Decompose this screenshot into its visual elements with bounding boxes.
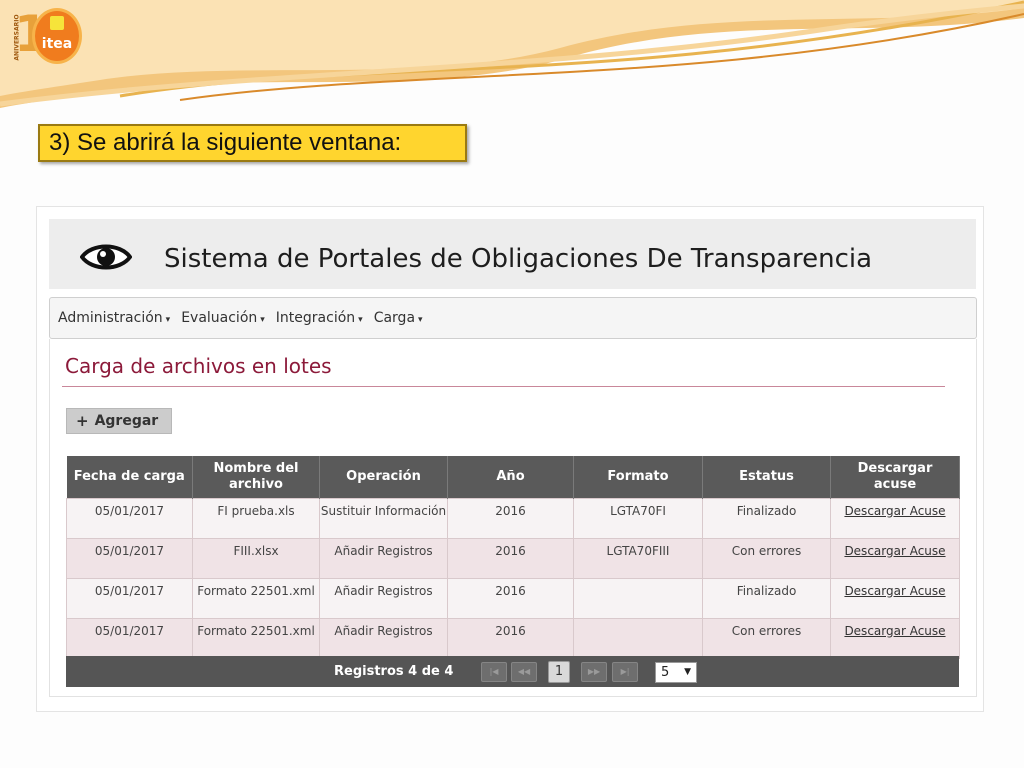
cell-formato <box>573 617 703 659</box>
itea-logo: ANIVERSARIO 10 itea <box>4 4 84 68</box>
cell-acuse: Descargar Acuse <box>830 577 960 619</box>
cell-operacion: Sustituir Información <box>319 497 448 539</box>
cell-acuse: Descargar Acuse <box>830 537 960 579</box>
table-row: 05/01/2017 Formato 22501.xml Añadir Regi… <box>66 617 960 659</box>
last-page-button[interactable]: ▶| <box>612 662 638 682</box>
prev-page-button[interactable]: ◀◀ <box>511 662 537 682</box>
cell-nombre: Formato 22501.xml <box>192 617 320 659</box>
download-acuse-link[interactable]: Descargar Acuse <box>844 624 945 638</box>
page-size-select[interactable]: 5 ▼ <box>655 662 697 683</box>
next-page-button[interactable]: ▶▶ <box>581 662 607 682</box>
caret-down-icon: ▾ <box>358 315 363 325</box>
cell-nombre: FIII.xlsx <box>192 537 320 579</box>
cell-estatus: Con errores <box>702 537 831 579</box>
uploads-table: Fecha de carga Nombre del archivo Operac… <box>66 456 960 659</box>
nav-menu-carga[interactable]: Carga ▾ <box>374 310 423 326</box>
nav-menu-evaluacion[interactable]: Evaluación ▾ <box>181 310 265 326</box>
logo-brand: itea <box>41 36 73 52</box>
nav-menu-administracion[interactable]: Administración ▾ <box>58 310 170 326</box>
nav-label: Administración <box>58 310 163 326</box>
column-header-operacion[interactable]: Operación <box>319 456 448 498</box>
cell-estatus: Con errores <box>702 617 831 659</box>
caret-down-icon: ▾ <box>165 315 171 325</box>
column-header-fecha[interactable]: Fecha de carga <box>66 456 193 498</box>
nav-label: Integración <box>275 310 356 326</box>
cell-estatus: Finalizado <box>702 497 831 539</box>
column-header-nombre[interactable]: Nombre del archivo <box>192 456 320 498</box>
instruction-label: 3) Se abrirá la siguiente ventana: <box>38 124 467 162</box>
column-header-acuse[interactable]: Descargar acuse <box>830 456 960 498</box>
add-button[interactable]: + Agregar <box>66 408 172 434</box>
title-divider <box>62 386 945 387</box>
cell-operacion: Añadir Registros <box>319 537 448 579</box>
add-button-label: Agregar <box>94 413 159 429</box>
cell-fecha: 05/01/2017 <box>66 537 193 579</box>
first-page-button[interactable]: |◀ <box>481 662 507 682</box>
cell-acuse: Descargar Acuse <box>830 617 960 659</box>
cell-nombre: Formato 22501.xml <box>192 577 320 619</box>
column-header-estatus[interactable]: Estatus <box>702 456 831 498</box>
plus-icon: + <box>76 412 89 430</box>
cell-anio: 2016 <box>447 537 574 579</box>
table-row: 05/01/2017 Formato 22501.xml Añadir Regi… <box>66 577 960 619</box>
cell-formato: LGTA70FIII <box>573 537 703 579</box>
cell-formato: LGTA70FI <box>573 497 703 539</box>
table-header-row: Fecha de carga Nombre del archivo Operac… <box>66 456 960 498</box>
cell-anio: 2016 <box>447 497 574 539</box>
slide-header-decoration <box>0 0 1024 108</box>
nav-label: Carga <box>373 310 416 326</box>
cell-fecha: 05/01/2017 <box>66 577 193 619</box>
cell-operacion: Añadir Registros <box>319 577 448 619</box>
column-header-anio[interactable]: Año <box>447 456 574 498</box>
table-row: 05/01/2017 FIII.xlsx Añadir Registros 20… <box>66 537 960 579</box>
caret-down-icon: ▾ <box>418 315 423 325</box>
cell-fecha: 05/01/2017 <box>66 497 193 539</box>
caret-down-icon: ▾ <box>260 315 265 325</box>
page-size-value: 5 <box>661 665 670 680</box>
records-count: Registros 4 de 4 <box>334 664 454 679</box>
cell-operacion: Añadir Registros <box>319 617 448 659</box>
cell-nombre: FI prueba.xls <box>192 497 320 539</box>
download-acuse-link[interactable]: Descargar Acuse <box>844 504 945 518</box>
column-header-formato[interactable]: Formato <box>573 456 703 498</box>
download-acuse-link[interactable]: Descargar Acuse <box>844 584 945 598</box>
table-row: 05/01/2017 FI prueba.xls Sustituir Infor… <box>66 497 960 539</box>
cell-anio: 2016 <box>447 617 574 659</box>
current-page-button[interactable]: 1 <box>548 661 570 683</box>
logo-leaf-icon <box>50 16 64 30</box>
cell-formato <box>573 577 703 619</box>
nav-menu-integracion[interactable]: Integración ▾ <box>276 310 363 326</box>
eye-icon <box>80 244 132 270</box>
app-title: Sistema de Portales de Obligaciones De T… <box>164 244 873 274</box>
nav-label: Evaluación <box>181 310 258 326</box>
main-navbar: Administración ▾ Evaluación ▾ Integración ▾… <box>49 297 977 339</box>
dropdown-arrow-icon: ▼ <box>684 667 691 677</box>
page-title: Carga de archivos en lotes <box>65 354 332 378</box>
cell-anio: 2016 <box>447 577 574 619</box>
cell-fecha: 05/01/2017 <box>66 617 193 659</box>
cell-estatus: Finalizado <box>702 577 831 619</box>
cell-acuse: Descargar Acuse <box>830 497 960 539</box>
download-acuse-link[interactable]: Descargar Acuse <box>844 544 945 558</box>
